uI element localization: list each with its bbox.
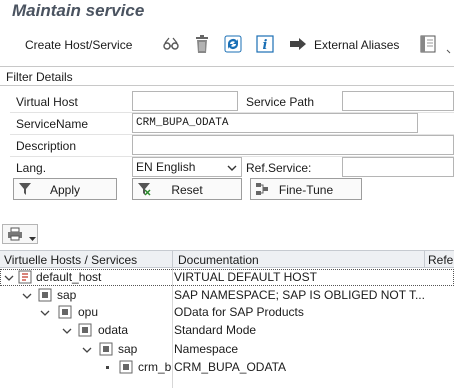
refresh-icon[interactable] [223, 33, 243, 55]
service-node-icon [99, 342, 113, 356]
toolbar-divider [0, 66, 454, 67]
tree-node-documentation: Standard Mode [174, 323, 257, 337]
chevron-down-icon [227, 162, 237, 176]
title-bar: Maintain service [0, 0, 454, 24]
lang-select-value: EN English [136, 160, 196, 174]
service-node-icon [58, 305, 72, 319]
column-header-reference[interactable]: Refe [428, 253, 453, 267]
tree-row[interactable]: opu OData for SAP Products [0, 304, 454, 321]
trash-icon[interactable] [192, 33, 212, 55]
lang-select[interactable]: EN English [132, 157, 242, 177]
service-name-label: ServiceName [16, 117, 89, 131]
tree-node-documentation: Namespace [174, 342, 239, 356]
tree-row[interactable]: sap SAP NAMESPACE; SAP IS OBLIGED NOT T.… [0, 287, 454, 304]
tree-row[interactable]: default_host VIRTUAL DEFAULT HOST [0, 269, 454, 286]
chevron-down-icon[interactable] [82, 344, 92, 354]
svg-text:i: i [263, 38, 268, 53]
arrow-right-icon [288, 33, 308, 55]
virtual-host-label: Virtual Host [16, 95, 78, 109]
tree-node-label: sap [57, 288, 77, 302]
chevron-down-icon[interactable] [22, 290, 32, 300]
chevron-down-icon[interactable] [62, 325, 72, 335]
reset-button-label: Reset [171, 183, 203, 197]
tree-node-documentation: VIRTUAL DEFAULT HOST [174, 270, 317, 284]
service-path-field[interactable] [342, 91, 454, 111]
info-icon[interactable]: i [255, 33, 275, 55]
reset-button[interactable]: Reset [132, 178, 242, 200]
fine-tune-button-label: Fine-Tune [278, 183, 334, 197]
service-path-label: Service Path [246, 95, 315, 109]
ref-service-label: Ref.Service: [246, 161, 312, 175]
tree-node-label: crm_b [138, 360, 172, 374]
overflow-icon[interactable] [446, 33, 454, 55]
fine-tune-button[interactable]: Fine-Tune [250, 178, 362, 200]
tree-node-label: opu [78, 305, 99, 319]
lang-label: Lang. [16, 161, 47, 175]
description-field[interactable] [132, 135, 454, 155]
tree-node-documentation: CRM_BUPA_ODATA [174, 360, 287, 374]
tree-node-documentation: SAP NAMESPACE; SAP IS OBLIGED NOT T... [174, 288, 425, 302]
tree-row[interactable]: crm_b CRM_BUPA_ODATA [0, 359, 454, 376]
apply-button-label: Apply [49, 183, 81, 197]
tree-node-label: sap [118, 342, 138, 356]
virtual-host-field[interactable] [132, 91, 238, 111]
application-toolbar: Create Host/Service i External Aliases [0, 28, 454, 62]
tree-node-label: default_host [36, 270, 102, 284]
glasses-icon[interactable] [161, 33, 181, 55]
tree-node-documentation: OData for SAP Products [174, 305, 304, 319]
column-header-hosts[interactable]: Virtuelle Hosts / Services [4, 253, 137, 267]
layout-icon[interactable] [418, 33, 438, 55]
filter-details-title: Filter Details [6, 70, 73, 84]
service-node-icon [38, 288, 52, 302]
service-node-icon [78, 323, 92, 337]
ref-service-field[interactable] [342, 157, 454, 177]
tree-grid-header: Virtuelle Hosts / Services Documentation… [0, 250, 454, 268]
tree-row[interactable]: odata Standard Mode [0, 322, 454, 339]
apply-button[interactable]: Apply [13, 178, 117, 200]
external-aliases-button[interactable]: External Aliases [314, 38, 399, 52]
chevron-down-icon[interactable] [40, 307, 50, 317]
service-node-icon [119, 360, 133, 374]
filter-details-divider [0, 85, 454, 86]
caret-down-icon [29, 231, 36, 245]
description-label: Description [16, 139, 77, 153]
chevron-down-icon[interactable] [4, 272, 14, 282]
create-host-service-button[interactable]: Create Host/Service [25, 38, 132, 52]
column-divider[interactable] [424, 251, 425, 268]
service-name-field[interactable]: CRM_BUPA_ODATA [132, 113, 418, 133]
printer-icon [7, 227, 23, 244]
host-node-icon [18, 270, 32, 284]
leaf-bullet-icon [106, 366, 109, 369]
column-header-documentation[interactable]: Documentation [178, 253, 259, 267]
tree-node-label: odata [98, 323, 129, 337]
tree-row[interactable]: sap Namespace [0, 341, 454, 358]
column-divider[interactable] [172, 251, 173, 268]
print-menu-button[interactable] [2, 224, 38, 244]
page-title: Maintain service [12, 1, 145, 20]
